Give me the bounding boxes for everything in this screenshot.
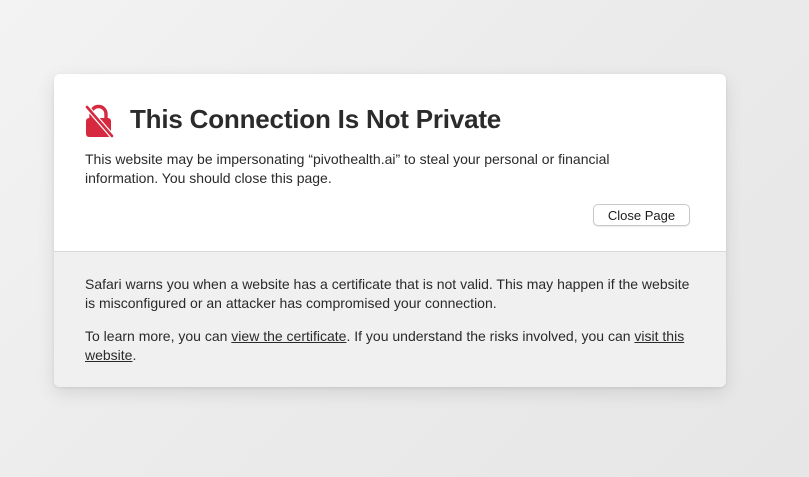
view-certificate-link[interactable]: view the certificate bbox=[231, 328, 346, 344]
lock-slash-icon bbox=[85, 104, 114, 138]
warning-card: This Connection Is Not Private This webs… bbox=[54, 74, 726, 387]
learn-more-middle: . If you understand the risks involved, … bbox=[346, 328, 635, 344]
close-page-button[interactable]: Close Page bbox=[593, 204, 690, 226]
learn-more-prefix: To learn more, you can bbox=[85, 328, 232, 344]
details-section: Safari warns you when a website has a ce… bbox=[54, 252, 726, 387]
page-title: This Connection Is Not Private bbox=[130, 104, 502, 134]
learn-more-suffix: . bbox=[132, 347, 137, 363]
details-paragraph: Safari warns you when a website has a ce… bbox=[85, 276, 690, 311]
warning-description: This website may be impersonating “pivot… bbox=[85, 151, 610, 186]
warning-header-section: This Connection Is Not Private This webs… bbox=[54, 74, 726, 251]
learn-more-paragraph: To learn more, you can view the certific… bbox=[85, 327, 695, 365]
